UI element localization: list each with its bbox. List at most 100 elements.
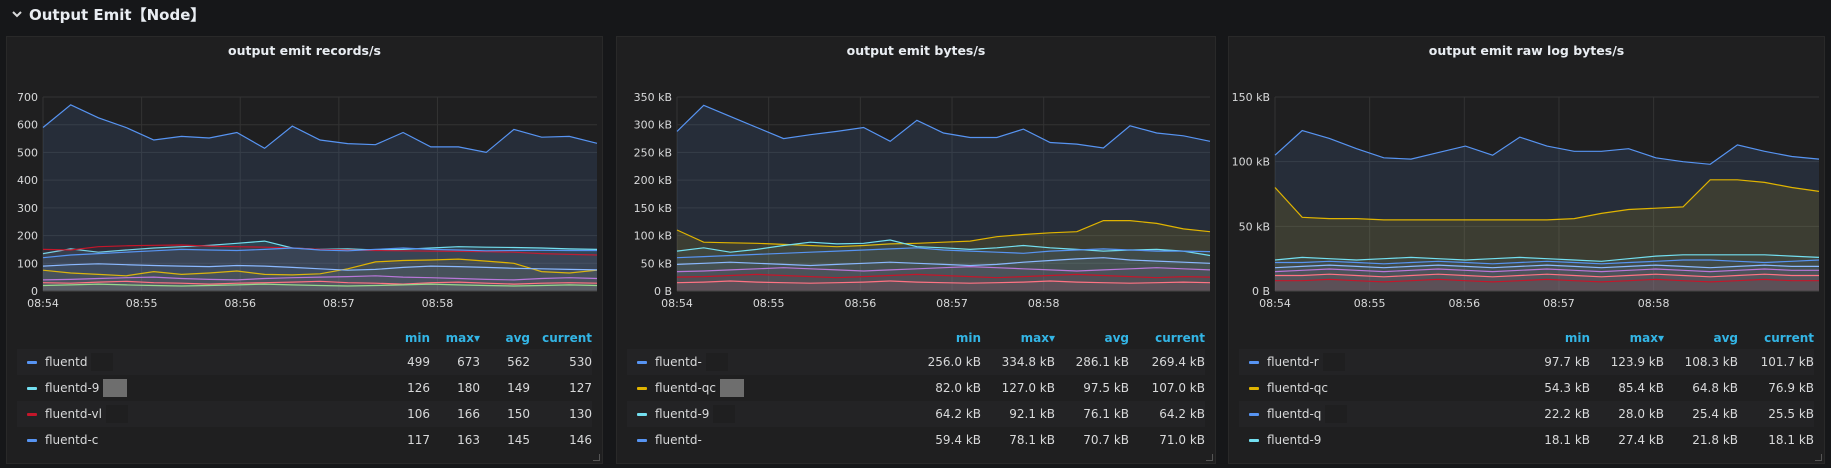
redacted-block [720, 379, 745, 397]
series-name[interactable]: fluentd [45, 355, 87, 369]
panel-title[interactable]: output emit records/s [7, 43, 602, 58]
legend-row[interactable]: fluentd- 59.4 kB 78.1 kB 70.7 kB 71.0 kB [627, 427, 1205, 453]
legend-value-current: 269.4 kB [1151, 355, 1205, 369]
panel-output-emit-records[interactable]: output emit records/s 0 100 200 300 400 500 60… [6, 36, 603, 464]
legend-header-max[interactable]: max▾ [430, 331, 480, 345]
resize-handle[interactable] [1206, 454, 1213, 461]
chart-plot[interactable]: 010020030040050060070008:54 08:55 08:56 08:… [7, 65, 603, 347]
series-color-swatch[interactable] [27, 360, 37, 364]
series-color-swatch[interactable] [1249, 438, 1259, 442]
legend-header-current[interactable]: current [530, 331, 592, 345]
legend-value-current: 146 [569, 433, 592, 447]
legend-value-current: 18.1 kB [1768, 433, 1814, 447]
series-color-swatch[interactable] [27, 386, 37, 390]
series-name[interactable]: fluentd-qc [1267, 381, 1328, 395]
x-tick-label: 08:56 [224, 297, 256, 310]
legend-header-current[interactable]: current [1129, 331, 1205, 345]
legend-value-min: 106 [407, 407, 430, 421]
legend-value-current: 130 [569, 407, 592, 421]
series-color-swatch[interactable] [637, 412, 647, 416]
series-color-swatch[interactable] [1249, 386, 1259, 390]
series-name[interactable]: fluentd-qc [655, 381, 716, 395]
legend-row[interactable]: fluentd-9 126 180 149 127 [17, 375, 592, 401]
y-tick-label: 700 [17, 91, 38, 104]
legend-header-min[interactable]: min [1514, 331, 1590, 345]
legend-header: min max▾ avg current [1239, 327, 1814, 349]
redacted-block [1325, 405, 1348, 423]
series-color-swatch[interactable] [637, 438, 647, 442]
legend-table: min max▾ avg current fluentd 499 673 562 530 flue… [17, 327, 592, 453]
redacted-block [91, 353, 114, 371]
x-tick-label: 08:55 [126, 297, 158, 310]
series-color-swatch[interactable] [27, 438, 37, 442]
redacted-block [103, 379, 128, 397]
legend-header-avg[interactable]: avg [480, 331, 530, 345]
legend-header-avg[interactable]: avg [1664, 331, 1738, 345]
y-tick-label: 150 kB [634, 202, 672, 215]
legend-value-max: 78.1 kB [1009, 433, 1055, 447]
y-tick-label: 50 kB [641, 257, 672, 270]
chart-plot[interactable]: 0 B50 kB100 kB150 kB08:54 08:55 08:56 08:57… [1229, 65, 1825, 347]
series-color-swatch[interactable] [637, 360, 647, 364]
series-name[interactable]: fluentd-vl [45, 407, 102, 421]
legend-value-avg: 108.3 kB [1684, 355, 1738, 369]
legend-header-avg[interactable]: avg [1055, 331, 1129, 345]
series-name[interactable]: fluentd-9 [45, 381, 99, 395]
series-color-swatch[interactable] [1249, 412, 1259, 416]
x-tick-label: 08:54 [661, 297, 693, 310]
legend-row[interactable]: fluentd-9 64.2 kB 92.1 kB 76.1 kB 64.2 kB [627, 401, 1205, 427]
series-color-swatch[interactable] [1249, 360, 1259, 364]
chevron-down-icon[interactable] [10, 7, 24, 21]
series-color-swatch[interactable] [637, 386, 647, 390]
y-tick-label: 200 [17, 230, 38, 243]
legend-header-min[interactable]: min [376, 331, 430, 345]
series-name[interactable]: fluentd- [655, 433, 702, 447]
series-name[interactable]: fluentd- [655, 355, 702, 369]
legend-header-current[interactable]: current [1738, 331, 1814, 345]
legend-row[interactable]: fluentd-qc 54.3 kB 85.4 kB 64.8 kB 76.9 kB [1239, 375, 1814, 401]
panel-title[interactable]: output emit bytes/s [617, 43, 1215, 58]
series-name[interactable]: fluentd-c [45, 433, 98, 447]
legend-row[interactable]: fluentd 499 673 562 530 [17, 349, 592, 375]
legend-value-min: 97.7 kB [1544, 355, 1590, 369]
legend-value-min: 82.0 kB [935, 381, 981, 395]
series-name[interactable]: fluentd-9 [655, 407, 709, 421]
legend-table: min max▾ avg current fluentd- 256.0 kB 334.8 k… [627, 327, 1205, 453]
legend-value-min: 117 [407, 433, 430, 447]
series-color-swatch[interactable] [27, 412, 37, 416]
row-header[interactable]: Output Emit【Node】 [0, 0, 1831, 28]
legend-header: min max▾ avg current [627, 327, 1205, 349]
resize-handle[interactable] [593, 454, 600, 461]
chart-plot[interactable]: 0 B50 kB100 kB150 kB200 kB250 kB300 kB35… [617, 65, 1216, 347]
redacted-block [705, 353, 728, 371]
redacted-block [705, 431, 728, 449]
legend-row[interactable]: fluentd-r 97.7 kB 123.9 kB 108.3 kB 101.7 kB [1239, 349, 1814, 375]
series-name[interactable]: fluentd-9 [1267, 433, 1321, 447]
legend-value-avg: 145 [507, 433, 530, 447]
legend-row[interactable]: fluentd-vl 106 166 150 130 [17, 401, 592, 427]
panel-output-emit-bytes[interactable]: output emit bytes/s 0 B 50 kB 100 kB 150 kB… [616, 36, 1216, 464]
panel-output-emit-raw-log-bytes[interactable]: output emit raw log bytes/s 0 B 50 kB 100 … [1228, 36, 1825, 464]
resize-handle[interactable] [1815, 454, 1822, 461]
panel-title[interactable]: output emit raw log bytes/s [1229, 43, 1824, 58]
series-name[interactable]: fluentd-r [1267, 355, 1319, 369]
y-tick-label: 100 [17, 257, 38, 270]
legend-value-avg: 286.1 kB [1075, 355, 1129, 369]
y-tick-label: 50 kB [1239, 220, 1270, 233]
legend-header-min[interactable]: min [905, 331, 981, 345]
legend-value-max: 163 [457, 433, 480, 447]
legend-row[interactable]: fluentd-c 117 163 145 146 [17, 427, 592, 453]
legend-value-min: 59.4 kB [935, 433, 981, 447]
x-tick-label: 08:54 [1259, 297, 1291, 310]
legend-row[interactable]: fluentd-9 18.1 kB 27.4 kB 21.8 kB 18.1 kB [1239, 427, 1814, 453]
legend-value-min: 126 [407, 381, 430, 395]
series-name[interactable]: fluentd-q [1267, 407, 1321, 421]
legend-row[interactable]: fluentd-qc 82.0 kB 127.0 kB 97.5 kB 107.0 kB [627, 375, 1205, 401]
legend-row[interactable]: fluentd-q 22.2 kB 28.0 kB 25.4 kB 25.5 kB [1239, 401, 1814, 427]
legend-row[interactable]: fluentd- 256.0 kB 334.8 kB 286.1 kB 269.4 kB [627, 349, 1205, 375]
legend-value-current: 127 [569, 381, 592, 395]
legend-value-min: 18.1 kB [1544, 433, 1590, 447]
legend-value-current: 530 [569, 355, 592, 369]
legend-header-max[interactable]: max▾ [1590, 331, 1664, 345]
legend-header-max[interactable]: max▾ [981, 331, 1055, 345]
